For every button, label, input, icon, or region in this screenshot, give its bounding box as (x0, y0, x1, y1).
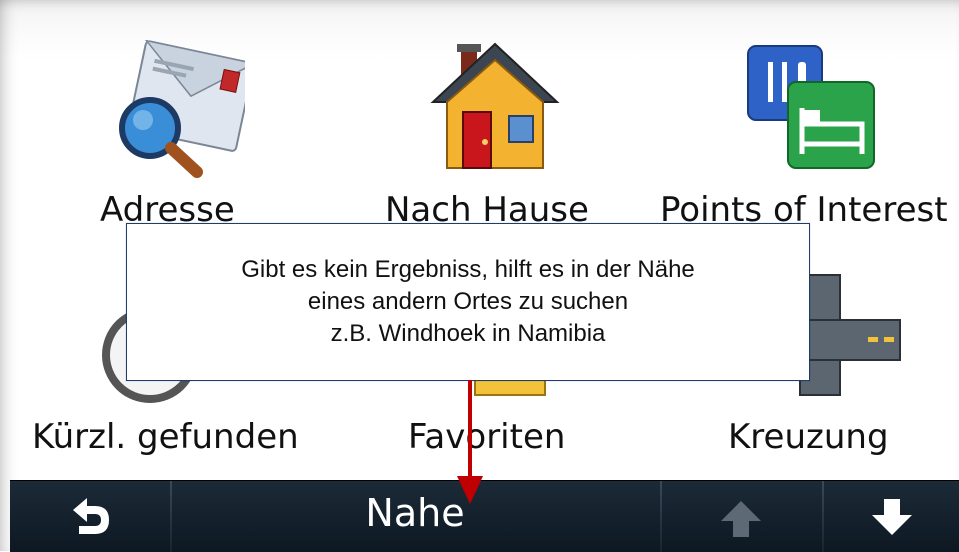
callout-arrow-icon (457, 380, 483, 504)
device-screen: Adresse Nach Hause Points of Interest Kü… (0, 0, 959, 552)
back-icon (73, 498, 109, 534)
back-button[interactable] (10, 481, 170, 552)
menu-item-label: Kürzl. gefunden (32, 417, 299, 457)
callout-line-1: Gibt es kein Ergebniss, hilft es in der … (241, 256, 695, 283)
arrow-down-icon (872, 499, 912, 535)
scroll-down-button[interactable] (822, 481, 959, 552)
menu-item-points-of-interest[interactable]: Points of Interest (660, 40, 959, 230)
menu-item-nach-hause[interactable]: Nach Hause (385, 40, 595, 230)
scroll-up-button[interactable] (660, 481, 822, 552)
arrow-up-icon (721, 501, 761, 537)
toolbar-title: Nahe (365, 491, 465, 535)
annotation-callout: Gibt es kein Ergebniss, hilft es in der … (126, 223, 810, 381)
menu-item-label: Favoriten (408, 417, 566, 457)
home-icon (430, 42, 560, 169)
menu-item-label: Kreuzung (728, 417, 889, 457)
callout-line-3: z.B. Windhoek in Namibia (330, 320, 606, 347)
points-of-interest-icon (747, 45, 875, 169)
search-near-button[interactable]: Nahe (170, 481, 660, 552)
address-search-icon (119, 40, 245, 178)
menu-item-adresse[interactable]: Adresse (90, 40, 260, 230)
callout-line-2: eines andern Ortes zu suchen (307, 288, 629, 315)
